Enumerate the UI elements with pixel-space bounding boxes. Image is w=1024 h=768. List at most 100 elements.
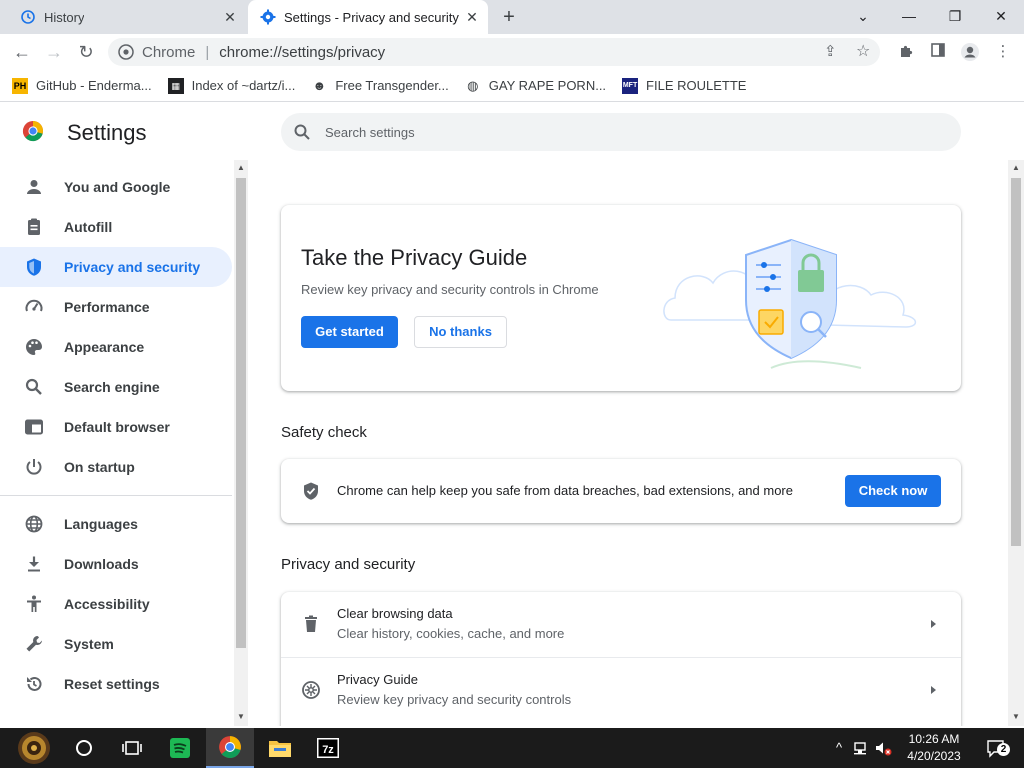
profile-avatar-icon[interactable] [960, 42, 980, 62]
accessibility-icon [27, 595, 41, 612]
privacy-guide-title: Take the Privacy Guide [301, 245, 528, 270]
new-tab-button[interactable]: + [498, 6, 520, 28]
bookmark-item[interactable]: ☻ Free Transgender... [311, 78, 448, 94]
scroll-up-arrow-icon[interactable]: ▲ [1012, 163, 1020, 172]
mft-favicon-icon: MFT [622, 77, 639, 94]
forward-arrow-icon[interactable]: → [42, 40, 66, 64]
settings-sidebar: You and Google Autofill Privacy and secu… [0, 160, 234, 726]
sidebar-item-default-browser[interactable]: Default browser [0, 407, 232, 447]
person-icon [27, 180, 41, 194]
show-hidden-icons-chevron-icon[interactable]: ^ [830, 739, 848, 757]
search-settings-input[interactable]: Search settings [281, 113, 961, 151]
chrome-taskbar-button[interactable] [206, 728, 254, 768]
safety-check-card: Chrome can help keep you safe from data … [281, 459, 961, 523]
chrome-app-icon [219, 736, 241, 759]
scrollbar-thumb[interactable] [1011, 178, 1021, 546]
scrollbar-thumb[interactable] [236, 178, 246, 648]
kebab-menu-icon[interactable]: ⋮ [993, 42, 1013, 62]
clock-time: 10:26 AM [908, 732, 960, 746]
bookmark-item[interactable]: PH GitHub - Enderma... [12, 77, 152, 94]
bookmark-label: GAY RAPE PORN... [488, 78, 607, 93]
get-started-button[interactable]: Get started [301, 316, 398, 348]
start-button[interactable] [6, 728, 62, 768]
scroll-up-arrow-icon[interactable]: ▲ [237, 163, 245, 172]
scroll-down-arrow-icon[interactable]: ▼ [1012, 712, 1020, 721]
check-now-button[interactable]: Check now [845, 475, 941, 507]
cortana-circle-icon [76, 740, 92, 756]
settings-main: Take the Privacy Guide Review key privac… [250, 160, 1008, 726]
restore-button[interactable]: ❐ [942, 4, 968, 28]
sidebar-item-languages[interactable]: Languages [0, 504, 232, 544]
sidebar-item-search-engine[interactable]: Search engine [0, 367, 232, 407]
safety-check-text: Chrome can help keep you safe from data … [337, 483, 793, 498]
gear-icon [260, 9, 276, 25]
sidebar-item-appearance[interactable]: Appearance [0, 327, 232, 367]
extensions-puzzle-icon[interactable] [896, 42, 916, 62]
sidebar-item-you-and-google[interactable]: You and Google [0, 167, 232, 207]
no-thanks-button[interactable]: No thanks [414, 316, 507, 348]
bookmark-item[interactable]: MFT FILE ROULETTE [622, 77, 746, 94]
sidebar-item-label: On startup [64, 459, 135, 475]
bookmark-item[interactable]: ▦ Index of ~dartz/i... [167, 77, 295, 94]
reload-icon[interactable]: ↻ [74, 40, 98, 64]
sidebar-item-label: Privacy and security [64, 259, 201, 275]
privacy-guide-row[interactable]: Privacy Guide Review key privacy and sec… [281, 657, 961, 722]
side-panel-icon[interactable] [928, 42, 948, 62]
close-tab-icon[interactable]: ✕ [222, 9, 238, 25]
bookmark-item[interactable]: ◍ GAY RAPE PORN... [465, 78, 606, 94]
site-chip: Chrome [142, 43, 196, 61]
mask-favicon-icon: ☻ [312, 77, 327, 93]
spotify-app-icon [170, 738, 190, 758]
row-subtitle: Review key privacy and security controls [337, 692, 572, 707]
task-view-button[interactable] [108, 728, 156, 768]
palette-icon [26, 339, 42, 355]
network-icon[interactable] [852, 739, 870, 757]
speedometer-icon [25, 299, 43, 312]
row-title: Privacy Guide [337, 672, 418, 687]
clear-browsing-data-row[interactable]: Clear browsing data Clear history, cooki… [281, 592, 961, 657]
sidebar-item-privacy-and-security[interactable]: Privacy and security [0, 247, 232, 287]
back-arrow-icon[interactable]: ← [10, 40, 34, 64]
bookmarks-bar: PH GitHub - Enderma... ▦ Index of ~dartz… [0, 70, 1024, 102]
tab-history[interactable]: History ✕ [10, 0, 246, 34]
svg-text:7z: 7z [322, 744, 334, 756]
file-explorer-taskbar-button[interactable] [256, 728, 304, 768]
sidebar-item-autofill[interactable]: Autofill [0, 207, 232, 247]
address-bar[interactable]: Chrome | chrome://settings/privacy ⇪ ☆ [108, 38, 880, 66]
grid-favicon-icon: ▦ [167, 77, 184, 94]
bookmark-label: Free Transgender... [335, 78, 449, 93]
volume-muted-icon[interactable] [874, 739, 892, 757]
sidebar-item-performance[interactable]: Performance [0, 287, 232, 327]
close-tab-icon[interactable]: ✕ [464, 9, 480, 25]
sidebar-item-on-startup[interactable]: On startup [0, 447, 232, 487]
sidebar-item-accessibility[interactable]: Accessibility [0, 584, 232, 624]
taskbar-clock[interactable]: 10:26 AM 4/20/2023 [897, 731, 971, 765]
trash-icon [305, 615, 317, 632]
sidebar-item-downloads[interactable]: Downloads [0, 544, 232, 584]
shield-icon [27, 258, 41, 276]
main-scrollbar[interactable]: ▲ ▼ [1008, 160, 1024, 726]
bookmark-label: GitHub - Enderma... [36, 78, 152, 93]
row-title: Clear browsing data [337, 606, 453, 621]
share-icon[interactable]: ⇪ [824, 42, 837, 60]
shield-check-icon [304, 482, 318, 500]
tab-search-chevron-icon[interactable]: ⌄ [850, 4, 876, 28]
scroll-down-arrow-icon[interactable]: ▼ [237, 712, 245, 721]
globe-icon [25, 515, 43, 533]
spotify-taskbar-button[interactable] [156, 728, 204, 768]
history-icon [21, 10, 35, 24]
sidebar-item-system[interactable]: System [0, 624, 232, 664]
minimize-button[interactable]: — [896, 4, 922, 28]
tab-settings[interactable]: Settings - Privacy and security ✕ [248, 0, 488, 34]
bookmark-star-icon[interactable]: ☆ [856, 41, 870, 61]
sidebar-item-reset-settings[interactable]: Reset settings [0, 664, 232, 704]
sidebar-item-label: You and Google [64, 179, 171, 195]
sidebar-scrollbar[interactable]: ▲ ▼ [234, 160, 248, 726]
action-center-button[interactable]: 2 [984, 739, 1010, 758]
7zip-taskbar-button[interactable]: 7z [304, 728, 352, 768]
start-orb-icon [18, 732, 50, 764]
globe-favicon-icon: ◍ [467, 77, 479, 93]
close-window-button[interactable]: ✕ [988, 4, 1014, 28]
cortana-button[interactable] [60, 728, 108, 768]
privacy-and-security-card: Clear browsing data Clear history, cooki… [281, 592, 961, 726]
